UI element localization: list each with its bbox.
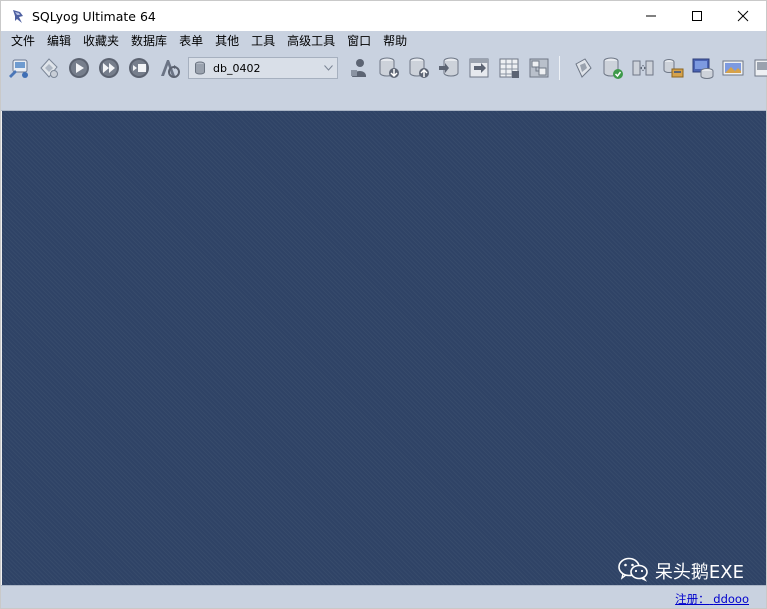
maximize-icon <box>692 11 702 21</box>
menu-database[interactable]: 数据库 <box>125 31 173 51</box>
schema-designer-icon <box>529 58 548 78</box>
user-manager-icon <box>350 59 366 77</box>
table-designer-icon <box>499 58 519 78</box>
refresh-button[interactable] <box>154 54 183 82</box>
menu-table[interactable]: 表单 <box>173 31 209 51</box>
new-query-icon <box>39 58 58 78</box>
execute-query-icon <box>68 58 89 78</box>
toolbar: db_0402 <box>1 51 767 111</box>
backup-db-icon <box>379 57 399 78</box>
watermark-text: 呆头鹅EXE <box>654 561 744 583</box>
import-external-icon <box>663 59 683 78</box>
schema-sync-button[interactable] <box>598 54 627 82</box>
window-controls <box>628 1 766 31</box>
more-icon <box>754 59 767 77</box>
more-button[interactable] <box>748 54 767 82</box>
database-icon <box>193 60 207 76</box>
restore-db-icon <box>409 57 429 78</box>
schema-sync-icon <box>603 57 623 79</box>
stop-icon <box>128 58 149 78</box>
close-icon <box>737 10 749 22</box>
schema-designer-button[interactable] <box>524 54 553 82</box>
database-selector[interactable]: db_0402 <box>188 57 338 79</box>
menu-favorites[interactable]: 收藏夹 <box>77 31 125 51</box>
title-bar[interactable]: SQLyog Ultimate 64 <box>1 1 766 31</box>
menu-help[interactable]: 帮助 <box>377 31 413 51</box>
new-query-button[interactable] <box>34 54 63 82</box>
chevron-down-icon <box>323 62 333 74</box>
table-designer-button[interactable] <box>494 54 523 82</box>
toolbar-separator <box>559 56 560 80</box>
query-builder-icon <box>574 58 592 78</box>
scheduled-backup-icon <box>692 58 713 79</box>
database-selector-value: db_0402 <box>213 61 261 75</box>
menu-window[interactable]: 窗口 <box>341 31 377 51</box>
menu-tools[interactable]: 工具 <box>245 31 281 51</box>
mdi-workspace: 呆头鹅EXE <box>2 111 766 585</box>
app-window: SQLyog Ultimate 64 文件 编辑 收藏夹 数据库 表单 其他 工… <box>0 0 767 609</box>
registration-link[interactable]: 注册： ddooo <box>675 591 749 607</box>
data-sync-icon <box>632 60 653 76</box>
export-table-button[interactable] <box>464 54 493 82</box>
user-manager-button[interactable] <box>344 54 373 82</box>
sqlyog-dolphin-icon <box>10 8 26 24</box>
watermark: 呆头鹅EXE <box>617 556 744 585</box>
menu-powertools[interactable]: 高级工具 <box>281 31 341 51</box>
registration-label: 注册： <box>675 592 710 606</box>
minimize-button[interactable] <box>628 1 674 31</box>
query-builder-button[interactable] <box>568 54 597 82</box>
notification-icon <box>722 60 743 76</box>
menu-edit[interactable]: 编辑 <box>41 31 77 51</box>
menu-others[interactable]: 其他 <box>209 31 245 51</box>
minimize-icon <box>646 15 656 17</box>
toolbar-row: db_0402 <box>4 54 767 82</box>
export-table-icon <box>469 58 488 78</box>
scheduled-backup-button[interactable] <box>688 54 717 82</box>
maximize-button[interactable] <box>674 1 720 31</box>
new-connection-icon <box>8 59 28 78</box>
wechat-icon <box>617 556 649 585</box>
import-external-button[interactable] <box>658 54 687 82</box>
registration-user: ddooo <box>713 592 749 606</box>
window-title: SQLyog Ultimate 64 <box>32 8 156 24</box>
new-connection-button[interactable] <box>4 54 33 82</box>
menu-bar: 文件 编辑 收藏夹 数据库 表单 其他 工具 高级工具 窗口 帮助 <box>1 31 766 51</box>
close-button[interactable] <box>720 1 766 31</box>
backup-db-button[interactable] <box>374 54 403 82</box>
execute-all-icon <box>98 58 119 78</box>
status-bar: 注册： ddooo <box>1 585 766 608</box>
menu-file[interactable]: 文件 <box>5 31 41 51</box>
restore-db-button[interactable] <box>404 54 433 82</box>
data-sync-button[interactable] <box>628 54 657 82</box>
stop-button[interactable] <box>124 54 153 82</box>
execute-all-button[interactable] <box>94 54 123 82</box>
execute-query-button[interactable] <box>64 54 93 82</box>
import-button[interactable] <box>434 54 463 82</box>
import-icon <box>438 57 458 77</box>
notification-button[interactable] <box>718 54 747 82</box>
refresh-icon <box>160 60 180 78</box>
